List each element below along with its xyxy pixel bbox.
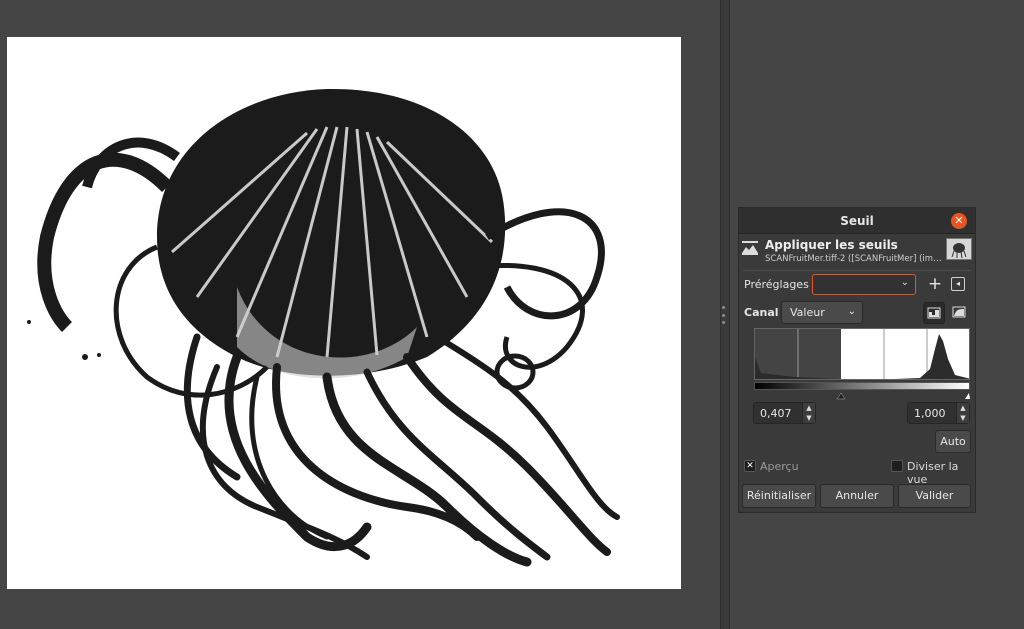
canvas-area[interactable] (0, 0, 720, 629)
image-canvas[interactable] (7, 37, 681, 589)
split-view-checkbox[interactable] (891, 460, 903, 472)
reset-button[interactable]: Réinitialiser (742, 484, 816, 508)
high-threshold-value: 1,000 (914, 407, 946, 420)
gimp-window: Seuil ✕ Appliquer les seuils SCANFruitMe… (0, 0, 1024, 629)
plus-icon[interactable]: + (927, 274, 943, 294)
threshold-markers[interactable] (754, 390, 970, 400)
dock-grip-icon[interactable] (722, 306, 726, 324)
chevron-down-icon: ⌄ (847, 306, 856, 317)
high-threshold-spinner[interactable]: 1,000 ▲ ▼ (907, 402, 970, 424)
preview-checkbox[interactable]: ✕ (744, 460, 756, 472)
presets-combo[interactable]: ⌄ (812, 274, 916, 295)
cancel-button[interactable]: Annuler (820, 484, 894, 508)
dialog-subtitle: SCANFruitMer.tiff-2 ([SCANFruitMer] (im… (765, 254, 942, 264)
threshold-tool-icon (742, 241, 758, 255)
dialog-titlebar[interactable]: Seuil ✕ (739, 208, 975, 234)
auto-button[interactable]: Auto (935, 430, 971, 453)
low-threshold-spinner[interactable]: 0,407 ▲ ▼ (753, 402, 816, 424)
dialog-header: Appliquer les seuils SCANFruitMer.tiff-2… (739, 235, 975, 269)
dialog-heading: Appliquer les seuils (765, 238, 898, 252)
preset-menu-icon[interactable]: ◂ (951, 277, 965, 291)
separator (743, 270, 971, 271)
linear-histogram-icon[interactable] (923, 302, 945, 324)
ok-button[interactable]: Valider (898, 484, 971, 508)
presets-label: Préréglages : (744, 278, 816, 291)
jellyfish-illustration (27, 88, 620, 567)
close-icon[interactable]: ✕ (951, 213, 967, 229)
split-view-label[interactable]: Diviser la vue (907, 460, 975, 486)
channel-value: Valeur (790, 306, 825, 319)
image-thumbnail (946, 238, 972, 260)
log-histogram-icon[interactable] (949, 302, 971, 324)
chevron-down-icon: ⌄ (900, 277, 909, 288)
preview-label[interactable]: Aperçu (760, 460, 799, 473)
threshold-gradient (754, 382, 970, 390)
histogram[interactable] (754, 328, 970, 380)
spinner-arrows-icon[interactable]: ▲ ▼ (802, 403, 815, 423)
spinner-arrows-icon[interactable]: ▲ ▼ (956, 403, 969, 423)
low-threshold-value: 0,407 (760, 407, 792, 420)
channel-select[interactable]: Valeur ⌄ (781, 301, 863, 324)
threshold-dialog: Seuil ✕ Appliquer les seuils SCANFruitMe… (738, 207, 976, 513)
dialog-title: Seuil (840, 214, 874, 228)
